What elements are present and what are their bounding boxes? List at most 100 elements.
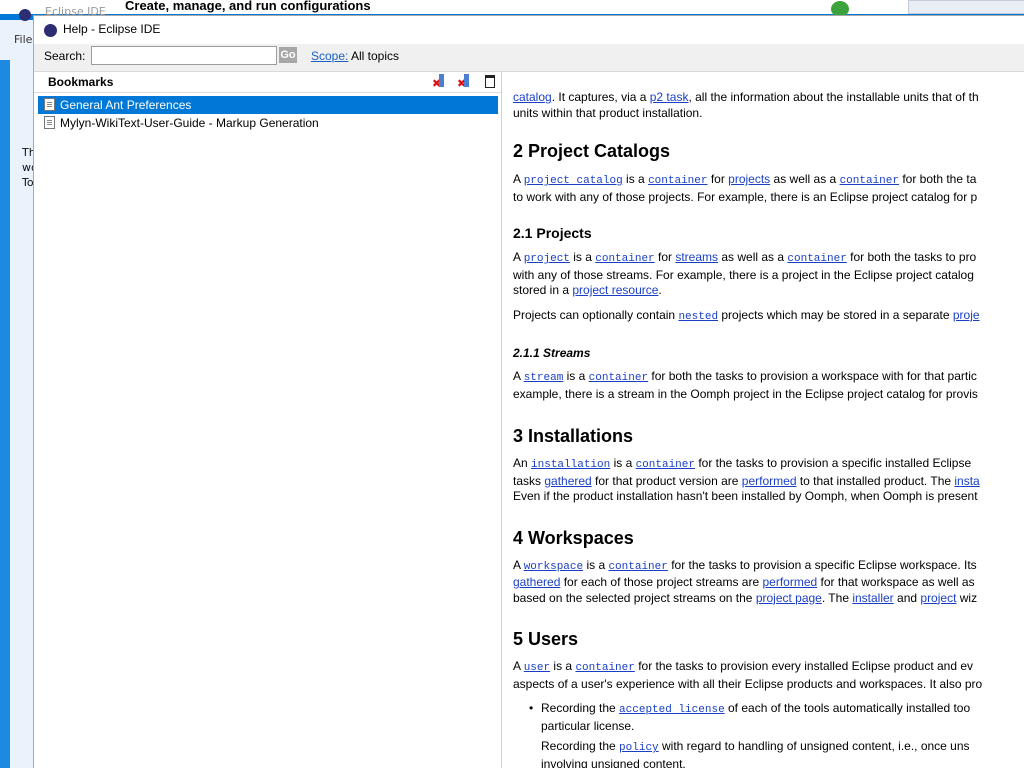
text: with regard to handling of unsigned cont…: [658, 739, 970, 753]
text: stored in a: [513, 283, 573, 297]
paragraph: based on the selected project streams on…: [513, 591, 1024, 607]
link[interactable]: installer: [852, 591, 893, 605]
list-item[interactable]: Mylyn-WikiText-User-Guide - Markup Gener…: [38, 114, 498, 132]
text: based on the selected project streams on…: [513, 590, 756, 605]
delete-all-bookmarks-button[interactable]: ✖: [457, 74, 473, 90]
text: for: [654, 250, 676, 264]
text: , all the information about the installa…: [688, 90, 979, 104]
paragraph: gathered for each of those project strea…: [513, 575, 1024, 591]
list-item[interactable]: General Ant Preferences: [38, 96, 498, 114]
go-button[interactable]: Go: [279, 47, 297, 63]
paragraph: with any of those streams. For example, …: [513, 267, 974, 282]
search-bar: Search: Go Scope: All topics: [34, 44, 1024, 72]
background-menu-file[interactable]: File: [14, 33, 32, 46]
link[interactable]: performed: [762, 575, 817, 589]
link[interactable]: projects: [728, 172, 770, 186]
help-content[interactable]: catalog. It captures, via a p2 task, all…: [502, 72, 1024, 768]
paragraph: to work with any of those projects. For …: [513, 189, 978, 204]
search-label: Search:: [44, 49, 86, 63]
text: is a: [610, 456, 636, 470]
link[interactable]: policy: [619, 742, 659, 754]
link[interactable]: container: [608, 561, 667, 573]
text: .: [658, 283, 662, 297]
list-item: Recording the accepted license of each o…: [529, 701, 1024, 734]
link[interactable]: container: [575, 662, 634, 674]
text: for: [707, 172, 729, 186]
paragraph: Projects can optionally contain nested p…: [513, 308, 1024, 326]
text: Recording the: [541, 701, 620, 715]
link[interactable]: project resource: [572, 283, 658, 297]
paragraph: example, there is a stream in the Oomph …: [513, 386, 978, 401]
link[interactable]: container: [648, 175, 707, 187]
background-toolbar: [908, 0, 1024, 14]
section-heading: 5 Users: [513, 629, 579, 649]
bullet-list: Recording the accepted license of each o…: [513, 701, 1024, 768]
text: . The: [821, 590, 853, 605]
background-desktop-strip: [0, 60, 10, 768]
help-window: Help - Eclipse IDE Search: Go Scope: All…: [33, 15, 1024, 768]
background-text: To: [22, 176, 34, 189]
text: projects which may be stored in a separa…: [718, 307, 953, 322]
link[interactable]: insta: [954, 474, 979, 488]
link[interactable]: container: [589, 372, 648, 384]
bookmark-icon: [464, 74, 469, 87]
delete-bookmark-button[interactable]: ✖: [432, 74, 448, 90]
link[interactable]: project: [920, 591, 956, 605]
text: to that installed product. The: [796, 473, 955, 488]
link[interactable]: installation: [531, 459, 610, 471]
text: for the tasks to provision a specific Ec…: [667, 557, 977, 572]
text: A: [513, 250, 524, 264]
bookmark-label: Mylyn-WikiText-User-Guide - Markup Gener…: [60, 116, 319, 130]
text: is a: [622, 172, 649, 186]
link[interactable]: project catalog: [524, 175, 623, 187]
dialog-title: Create, manage, and run configurations: [125, 0, 371, 13]
link[interactable]: streams: [675, 250, 718, 264]
paragraph: tasks gathered for that product version …: [513, 474, 1024, 490]
text: and: [893, 590, 921, 605]
text: A: [513, 557, 524, 572]
eclipse-icon: [19, 9, 31, 21]
link[interactable]: project: [524, 253, 570, 265]
text: is a: [550, 659, 576, 673]
text: for both the tasks to pro: [846, 250, 977, 264]
paragraph: A project is a container for streams as …: [513, 250, 1024, 268]
link[interactable]: gathered: [544, 474, 591, 488]
link[interactable]: container: [840, 175, 899, 187]
section-heading: 3 Installations: [513, 426, 634, 446]
search-input[interactable]: [91, 46, 277, 65]
link[interactable]: stream: [524, 372, 564, 384]
link[interactable]: workspace: [524, 561, 583, 573]
link[interactable]: accepted license: [619, 704, 725, 716]
link[interactable]: proje: [953, 308, 980, 322]
text: Recording the: [541, 739, 620, 753]
text: is a: [569, 250, 596, 264]
link[interactable]: catalog: [513, 90, 552, 104]
text: for both the tasks to provision a worksp…: [648, 369, 977, 383]
text: for each of those project streams are: [560, 575, 763, 589]
text: for the tasks to provision every install…: [634, 659, 974, 673]
text: of each of the tools automatically insta…: [724, 701, 971, 715]
link[interactable]: container: [787, 253, 846, 265]
document-icon: [44, 116, 55, 129]
link[interactable]: gathered: [513, 575, 560, 589]
paragraph: units within that product installation.: [513, 105, 703, 120]
section-heading: 4 Workspaces: [513, 527, 634, 548]
bookmarks-list: General Ant Preferences Mylyn-WikiText-U…: [38, 96, 498, 132]
link[interactable]: project page: [756, 591, 822, 605]
link[interactable]: performed: [742, 474, 797, 488]
eclipse-icon: [44, 24, 57, 37]
link[interactable]: container: [636, 459, 695, 471]
paragraph: A workspace is a container for the tasks…: [513, 558, 1024, 576]
text: tasks: [513, 473, 545, 488]
link[interactable]: p2 task: [650, 90, 689, 104]
list-item: Recording the policy with regard to hand…: [541, 739, 1024, 768]
paragraph: Even if the product installation hasn't …: [513, 489, 978, 503]
text: particular license.: [541, 718, 635, 733]
link[interactable]: nested: [678, 311, 718, 323]
link[interactable]: container: [595, 253, 654, 265]
maximize-button[interactable]: [482, 74, 498, 90]
text: for both the ta: [898, 172, 977, 186]
paragraph: A user is a container for the tasks to p…: [513, 659, 1024, 677]
link[interactable]: user: [524, 662, 550, 674]
scope-link[interactable]: Scope:: [311, 49, 348, 63]
